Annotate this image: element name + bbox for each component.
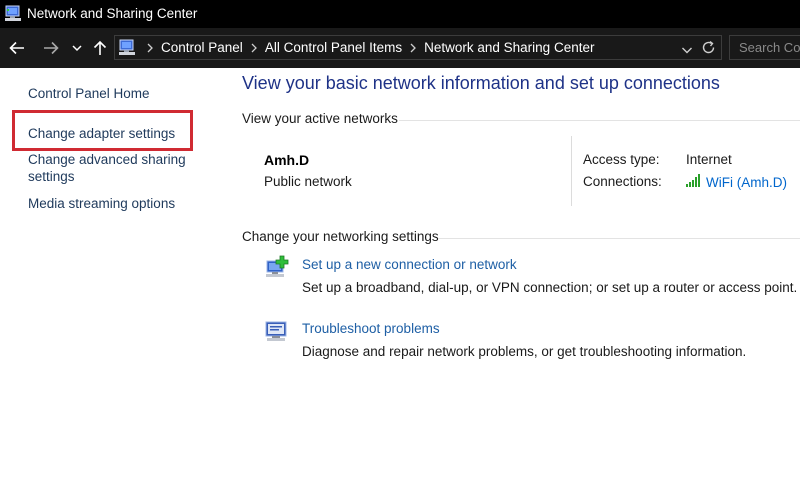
media-streaming-options-link[interactable]: Media streaming options [28,195,175,212]
arrow-right-icon [43,41,59,55]
section-divider [399,120,800,121]
wifi-connection-link[interactable]: WiFi (Amh.D) [686,174,787,190]
search-box[interactable] [729,35,800,60]
breadcrumb-network-center[interactable]: Network and Sharing Center [424,40,594,55]
active-networks-heading: View your active networks [242,111,398,126]
chevron-down-icon [72,44,82,52]
recent-locations-button[interactable] [69,28,85,68]
troubleshoot-problems-link[interactable]: Troubleshoot problems [302,321,440,336]
arrow-left-icon [9,41,25,55]
change-advanced-sharing-line1: Change advanced sharing [28,152,186,167]
section-divider [438,238,800,239]
address-history-dropdown[interactable] [681,42,693,60]
network-category: Public network [264,174,352,189]
troubleshoot-icon[interactable] [264,319,290,343]
setup-new-connection-description: Set up a broadband, dial-up, or VPN conn… [302,280,798,295]
connections-label: Connections: [583,174,662,189]
change-advanced-sharing-line2: settings [28,169,75,184]
window-title: Network and Sharing Center [27,6,198,21]
chevron-down-icon [681,42,693,59]
control-panel-icon [118,39,136,57]
access-type-label: Access type: [583,152,660,167]
network-center-app-icon [4,5,22,23]
wifi-connection-name: WiFi (Amh.D) [706,174,787,190]
forward-button[interactable] [38,28,64,68]
breadcrumb-control-panel[interactable]: Control Panel [161,40,243,55]
network-name: Amh.D [264,152,310,168]
network-divider [571,136,572,206]
change-settings-heading: Change your networking settings [242,229,439,244]
access-type-value: Internet [686,152,732,167]
breadcrumb-all-items[interactable]: All Control Panel Items [265,40,402,55]
breadcrumb: Control Panel All Control Panel Items Ne… [139,36,594,59]
page-title: View your basic network information and … [242,73,720,93]
change-advanced-sharing-link[interactable]: Change advanced sharing settings [28,151,186,185]
search-input[interactable] [730,36,800,59]
refresh-icon [701,40,716,59]
chevron-right-icon[interactable] [410,43,417,53]
setup-new-connection-link[interactable]: Set up a new connection or network [302,257,517,272]
wifi-signal-icon [686,174,706,190]
control-panel-home-link[interactable]: Control Panel Home [28,85,150,102]
refresh-button[interactable] [701,40,716,60]
chevron-right-icon[interactable] [251,43,257,53]
back-button[interactable] [4,28,30,68]
up-button[interactable] [90,28,110,68]
address-bar[interactable]: Control Panel All Control Panel Items Ne… [114,35,722,60]
new-connection-icon[interactable] [264,255,290,279]
arrow-up-icon [93,40,107,56]
chevron-right-icon [147,43,153,53]
title-bar: Network and Sharing Center [0,0,800,28]
highlight-annotation-box [12,110,193,151]
troubleshoot-problems-description: Diagnose and repair network problems, or… [302,344,747,359]
navigation-bar: Control Panel All Control Panel Items Ne… [0,28,800,68]
